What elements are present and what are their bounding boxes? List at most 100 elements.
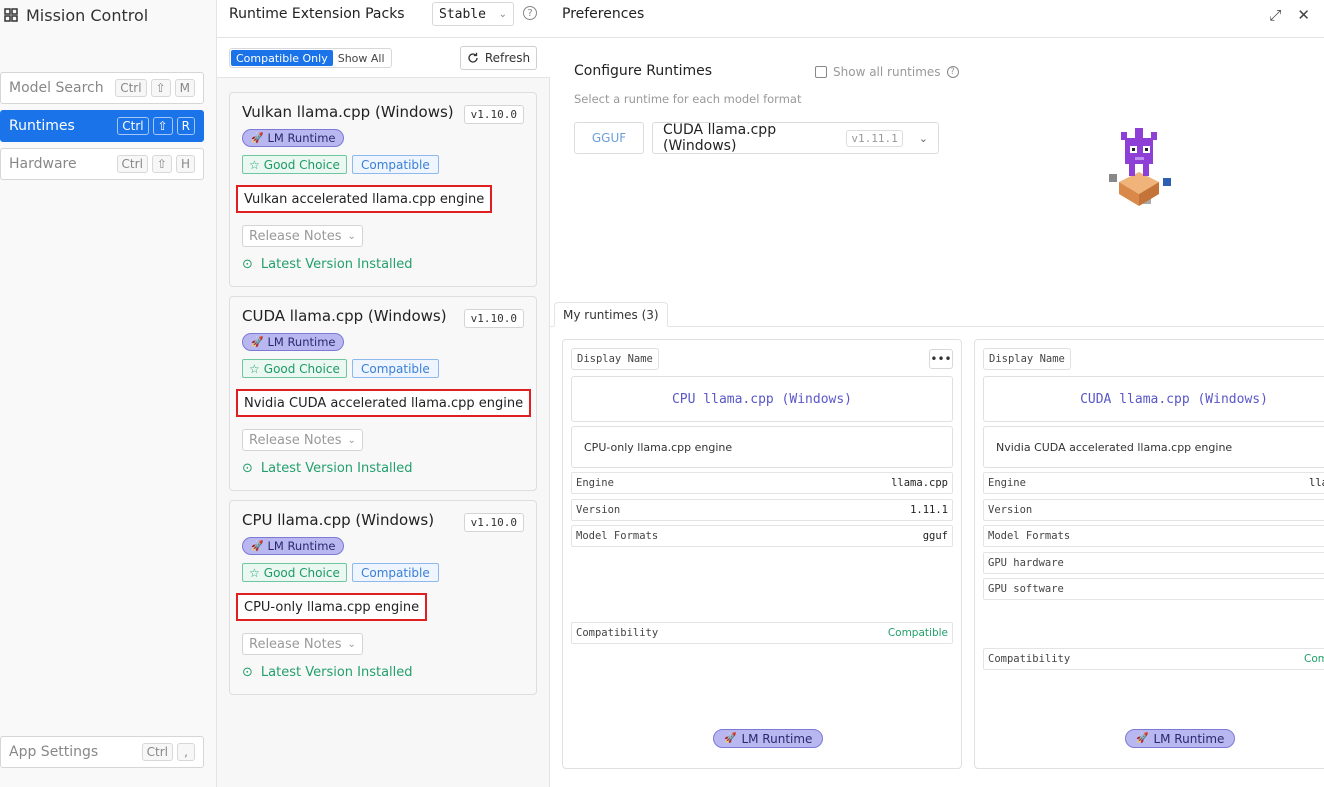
property-key: GPU hardware [988,557,1064,569]
lm-runtime-tag: 🚀 LM Runtime [713,729,824,748]
rocket-icon: 🚀 [251,132,264,144]
more-options-button[interactable]: ••• [929,349,953,369]
extension-name: Vulkan llama.cpp (Windows) [242,103,454,121]
version-badge: v1.10.0 [463,105,524,124]
help-icon[interactable]: ? [523,6,537,20]
extension-name: CPU llama.cpp (Windows) [242,511,435,529]
shortcut-key: ⇧ [150,79,171,97]
shortcut-key: Ctrl [116,155,148,173]
chevron-down-icon: ⌄ [498,8,507,20]
release-notes-label: Release Notes [249,636,342,652]
shortcut-key: H [175,155,195,173]
release-notes-button[interactable]: Release Notes ⌄ [242,633,363,655]
sidebar-item-label: Hardware [9,156,77,172]
property-key: GPU software [988,583,1064,595]
version-badge: v1.10.0 [463,513,524,532]
extension-description: Nvidia CUDA accelerated llama.cpp engine [236,389,532,417]
property-key: Compatibility [576,627,659,639]
runtime-display-name: CPU llama.cpp (Windows) [571,376,953,422]
shortcut-key: , [177,743,195,761]
property-value: gguf [922,530,948,542]
star-icon: ☆ [249,361,260,376]
refresh-label: Refresh [484,51,531,65]
rocket-icon: 🚀 [251,540,264,552]
compatible-badge: Compatible [352,155,439,174]
filter-bar: Compatible Only Show All Refresh [217,38,550,78]
rocket-icon: 🚀 [251,336,264,348]
lm-runtime-tag: 🚀 LM Runtime [1125,729,1236,748]
chevron-down-icon: ⌄ [918,131,928,145]
runtime-select-value: CUDA llama.cpp (Windows) [663,122,777,154]
refresh-button[interactable]: Refresh [460,46,537,70]
release-notes-button[interactable]: Release Notes ⌄ [242,225,363,247]
sidebar-item-runtimes[interactable]: Runtimes Ctrl ⇧ R [0,110,204,142]
runtime-version: v1.11.1 [846,129,903,147]
release-notes-button[interactable]: Release Notes ⌄ [242,429,363,451]
panel-header: Runtime Extension Packs Stable ⌄ ? [217,0,550,38]
checkbox-label: Show all runtimes [833,65,941,79]
show-all-runtimes-checkbox[interactable]: Show all runtimes ? [815,65,959,79]
property-row-version: Version [983,499,1324,521]
property-row-engine: Engine llama.cpp [571,472,953,494]
shortcut-key: R [176,117,195,135]
help-icon[interactable]: ? [946,66,959,78]
shortcut-key: Ctrl [141,743,173,761]
sidebar-header: Mission Control [4,4,148,26]
status-label: Latest Version Installed [260,665,413,680]
check-circle-icon: ⊙ [242,257,253,272]
extension-card-vulkan: Vulkan llama.cpp (Windows) v1.10.0 🚀 LM R… [229,92,537,287]
property-row-gpu-hardware: GPU hardware [983,552,1324,574]
star-icon: ☆ [249,157,260,172]
checkbox-box[interactable] [815,66,827,78]
property-key: Engine [576,477,614,489]
property-value: lla [1309,477,1324,489]
channel-value: Stable [439,6,486,22]
configure-subtitle: Select a runtime for each model format [574,92,802,106]
extension-name: CUDA llama.cpp (Windows) [242,307,447,325]
property-row-compatibility: Compatibility Compatible [571,622,953,644]
robot-mascot-icon [1109,128,1171,206]
extension-card-cuda: CUDA llama.cpp (Windows) v1.10.0 🚀 LM Run… [229,296,537,491]
property-row-model-formats: Model Formats [983,525,1324,547]
compatibility-value: Compatible [887,627,948,639]
preferences-title: Preferences [562,6,645,22]
chevron-down-icon: ⌄ [347,434,356,446]
show-all-option[interactable]: Show All [333,50,390,66]
version-badge: v1.10.0 [463,309,524,328]
property-key: Engine [988,477,1026,489]
good-choice-badge: ☆ Good Choice [242,359,347,378]
chevron-down-icon: ⌄ [347,638,356,650]
close-icon[interactable]: ✕ [1297,6,1310,24]
runtime-select[interactable]: CUDA llama.cpp (Windows) v1.11.1 ⌄ [652,122,939,154]
compatibility-toggle: Compatible Only Show All [229,48,392,68]
star-icon: ☆ [249,565,260,580]
release-notes-label: Release Notes [249,228,342,244]
sidebar-item-app-settings[interactable]: App Settings Ctrl , [0,736,204,768]
sidebar-title: Mission Control [26,5,149,25]
property-row-version: Version 1.11.1 [571,499,953,521]
lm-runtime-tag: 🚀 LM Runtime [242,537,345,555]
extension-description: Vulkan accelerated llama.cpp engine [236,185,493,213]
check-circle-icon: ⊙ [242,461,253,476]
release-notes-label: Release Notes [249,432,342,448]
tag-label: LM Runtime [267,539,336,553]
sidebar-item-hardware[interactable]: Hardware Ctrl ⇧ H [0,148,204,180]
tag-label: LM Runtime [267,335,336,349]
channel-select[interactable]: Stable ⌄ [432,2,514,26]
shortcut-key: ⇧ [152,117,173,135]
grid-icon [4,8,18,22]
display-name-label: Display Name [571,348,659,370]
badge-label: Good Choice [263,157,340,172]
install-status: ⊙ Latest Version Installed [242,461,413,476]
runtime-description: CPU-only llama.cpp engine [571,426,953,468]
compatible-badge: Compatible [352,359,439,378]
tab-my-runtimes[interactable]: My runtimes (3) [554,302,668,327]
compatible-only-option[interactable]: Compatible Only [231,50,333,66]
runtime-card-cpu: Display Name ••• CPU llama.cpp (Windows)… [562,339,962,769]
preferences-header: Preferences ⤢ ✕ [550,0,1324,38]
check-circle-icon: ⊙ [242,665,253,680]
property-key: Version [576,504,621,516]
sidebar-item-model-search[interactable]: Model Search Ctrl ⇧ M [0,72,204,104]
expand-icon[interactable]: ⤢ [1269,6,1281,24]
display-name-label: Display Name [983,348,1071,370]
